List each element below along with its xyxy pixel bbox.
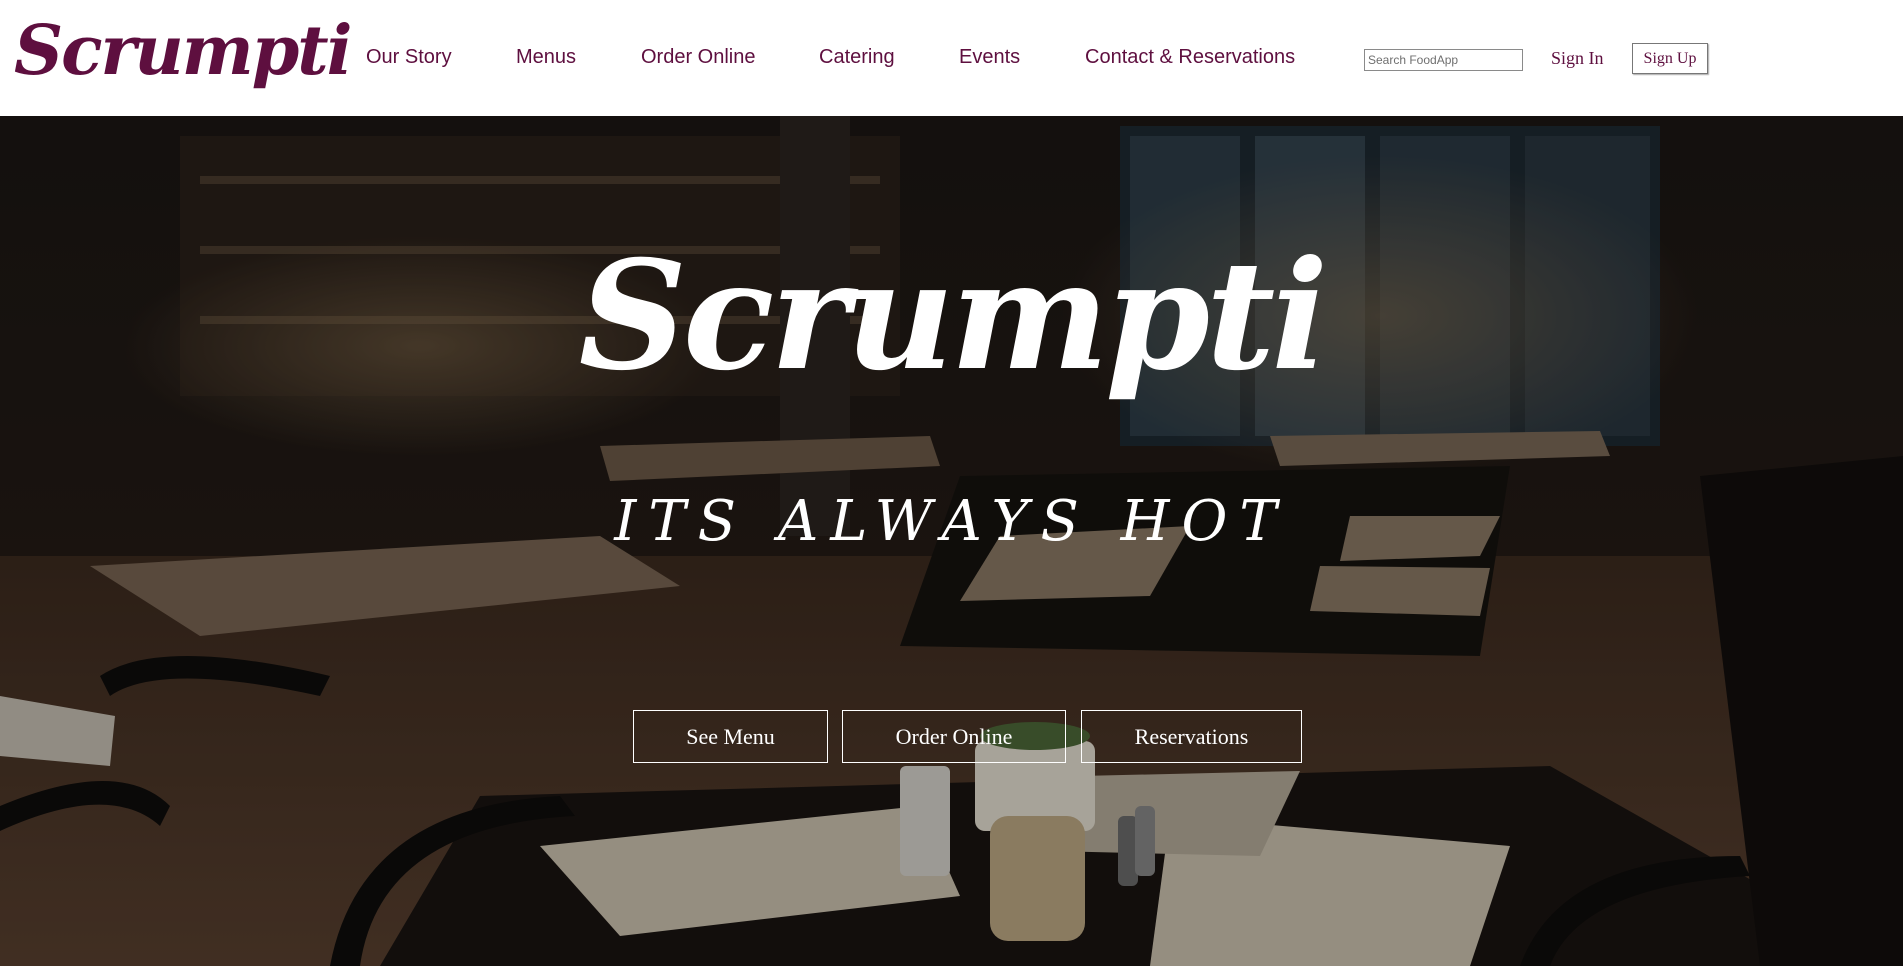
nav-our-story[interactable]: Our Story (366, 46, 452, 69)
search-input[interactable] (1364, 49, 1523, 71)
sign-in-link[interactable]: Sign In (1551, 48, 1604, 69)
nav-order-online[interactable]: Order Online (641, 46, 756, 69)
site-header: Scrumpti Our Story Menus Order Online Ca… (0, 0, 1903, 116)
sign-up-button[interactable]: Sign Up (1632, 43, 1708, 74)
reservations-button[interactable]: Reservations (1081, 710, 1302, 763)
nav-contact-reservations[interactable]: Contact & Reservations (1085, 46, 1295, 69)
see-menu-button[interactable]: See Menu (633, 710, 828, 763)
hero-title: Scrumpti (578, 228, 1329, 404)
hero-section: Scrumpti ITS ALWAYS HOT See Menu Order O… (0, 116, 1903, 966)
nav-events[interactable]: Events (959, 46, 1020, 69)
order-online-button[interactable]: Order Online (842, 710, 1066, 763)
nav-menus[interactable]: Menus (516, 46, 576, 69)
brand-logo[interactable]: Scrumpti (14, 6, 353, 96)
nav-catering[interactable]: Catering (819, 46, 895, 69)
hero-tagline: ITS ALWAYS HOT (614, 489, 1289, 554)
